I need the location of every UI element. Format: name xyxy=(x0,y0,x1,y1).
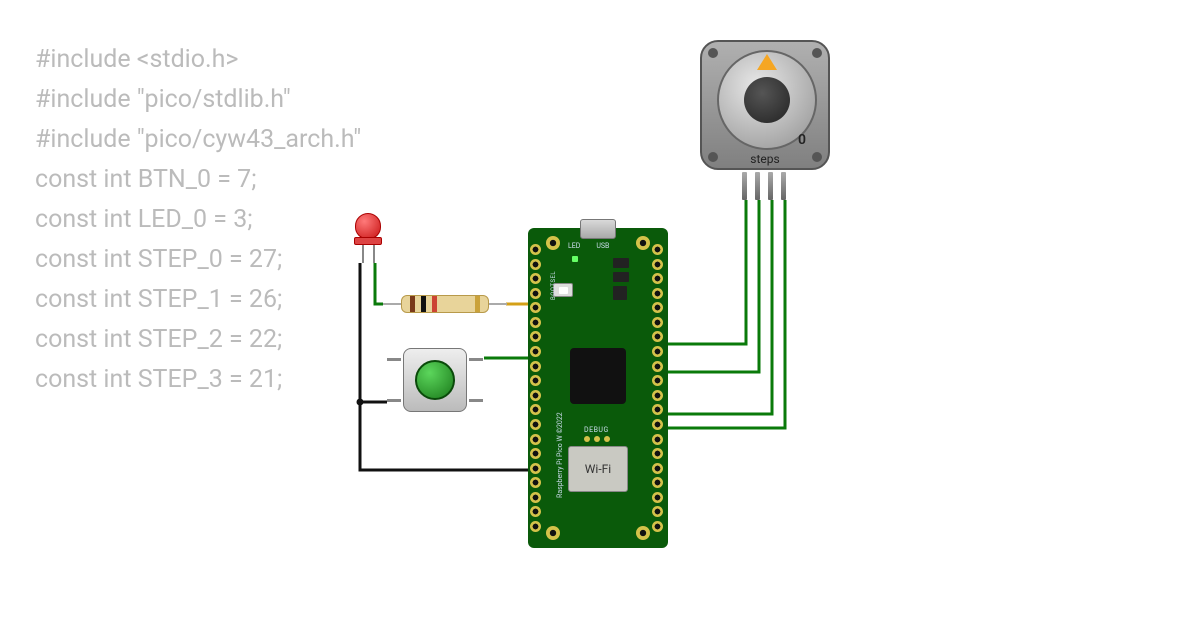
pico-pinhole[interactable] xyxy=(530,506,541,517)
wifi-module: Wi-Fi xyxy=(568,446,628,492)
code-line: const int BTN_0 = 7; xyxy=(35,160,361,200)
pico-pinhole[interactable] xyxy=(530,477,541,488)
pico-pinhole[interactable] xyxy=(530,244,541,255)
pico-pinhole[interactable] xyxy=(652,302,663,313)
pico-pinhole[interactable] xyxy=(530,259,541,270)
pico-pinhole[interactable] xyxy=(652,390,663,401)
rp2040-chip-icon xyxy=(570,348,626,404)
pico-top-labels: LED USB xyxy=(568,242,609,250)
stepper-body: 0 steps xyxy=(700,40,830,170)
pico-pinhole[interactable] xyxy=(530,521,541,532)
pico-pinhole[interactable] xyxy=(652,419,663,430)
code-line: const int STEP_1 = 26; xyxy=(35,280,361,320)
onboard-led-icon xyxy=(572,256,578,262)
wire-stepper-a xyxy=(662,200,746,344)
pico-pinhole[interactable] xyxy=(652,346,663,357)
code-line: const int LED_0 = 3; xyxy=(35,200,361,240)
usb-port-icon xyxy=(580,219,616,239)
pico-pinhole[interactable] xyxy=(530,317,541,328)
wifi-label: Wi-Fi xyxy=(585,462,611,476)
resistor-body xyxy=(401,295,489,313)
pico-pinhole[interactable] xyxy=(530,288,541,299)
stepper-pins xyxy=(742,172,786,200)
code-line: #include "pico/stdlib.h" xyxy=(35,80,361,120)
pico-usb-label: USB xyxy=(596,242,609,250)
pico-pinhole[interactable] xyxy=(530,302,541,313)
pico-pinhole[interactable] xyxy=(652,448,663,459)
pico-pinhole[interactable] xyxy=(652,317,663,328)
wire-led-to-resistor xyxy=(375,263,383,304)
pico-pinhole[interactable] xyxy=(530,492,541,503)
bootsel-label: BOOTSEL xyxy=(550,271,557,300)
pico-left-pins xyxy=(530,244,544,532)
debug-pins xyxy=(584,436,610,442)
pico-pinhole[interactable] xyxy=(652,244,663,255)
push-button[interactable] xyxy=(395,340,475,420)
wire-stepper-b xyxy=(662,200,759,372)
pico-pinhole[interactable] xyxy=(652,361,663,372)
raspberry-pi-pico-w[interactable]: LED USB BOOTSEL DEBUG Wi-Fi Raspberry Pi… xyxy=(528,228,668,548)
pico-pinhole[interactable] xyxy=(530,404,541,415)
pico-pinhole[interactable] xyxy=(652,404,663,415)
pico-pinhole[interactable] xyxy=(530,346,541,357)
resistor[interactable] xyxy=(395,295,495,313)
pico-pinhole[interactable] xyxy=(530,375,541,386)
pico-pinhole[interactable] xyxy=(652,463,663,474)
source-code-listing: #include <stdio.h> #include "pico/stdlib… xyxy=(35,40,361,400)
stepper-label: steps xyxy=(702,152,828,166)
pico-pinhole[interactable] xyxy=(652,492,663,503)
pico-pinhole[interactable] xyxy=(652,521,663,532)
stepper-step-count: 0 xyxy=(798,132,806,148)
code-line: const int STEP_2 = 22; xyxy=(35,320,361,360)
pico-pinhole[interactable] xyxy=(530,273,541,284)
pico-pinhole[interactable] xyxy=(530,434,541,445)
code-line: #include <stdio.h> xyxy=(35,40,361,80)
wire-stepper-d xyxy=(662,200,785,428)
pico-pinhole[interactable] xyxy=(652,477,663,488)
pico-pinhole[interactable] xyxy=(652,273,663,284)
pico-pinhole[interactable] xyxy=(530,390,541,401)
pico-led-label: LED xyxy=(568,242,580,250)
debug-label: DEBUG xyxy=(584,426,609,434)
code-line: const int STEP_0 = 27; xyxy=(35,240,361,280)
red-led[interactable] xyxy=(353,213,383,263)
pico-pinhole[interactable] xyxy=(652,434,663,445)
stepper-shaft xyxy=(744,77,790,123)
pico-pinhole[interactable] xyxy=(530,331,541,342)
push-button-cap[interactable] xyxy=(415,360,455,400)
wire-stepper-c xyxy=(662,200,772,414)
pico-board-label: Raspberry Pi Pico W ©2022 xyxy=(556,412,564,498)
pico-pinhole[interactable] xyxy=(652,506,663,517)
pico-pinhole[interactable] xyxy=(652,375,663,386)
pico-pinhole[interactable] xyxy=(652,288,663,299)
pico-pinhole[interactable] xyxy=(530,361,541,372)
pico-pinhole[interactable] xyxy=(530,419,541,430)
pico-pinhole[interactable] xyxy=(652,331,663,342)
led-bulb xyxy=(355,213,381,239)
stepper-arrow-icon xyxy=(757,54,777,70)
stepper-motor[interactable]: 0 steps xyxy=(700,40,830,170)
pico-right-pins xyxy=(652,244,666,532)
code-line: const int STEP_3 = 21; xyxy=(35,360,361,400)
pico-pinhole[interactable] xyxy=(652,259,663,270)
pico-pinhole[interactable] xyxy=(530,463,541,474)
pico-pinhole[interactable] xyxy=(530,448,541,459)
code-line: #include "pico/cyw43_arch.h" xyxy=(35,120,361,160)
